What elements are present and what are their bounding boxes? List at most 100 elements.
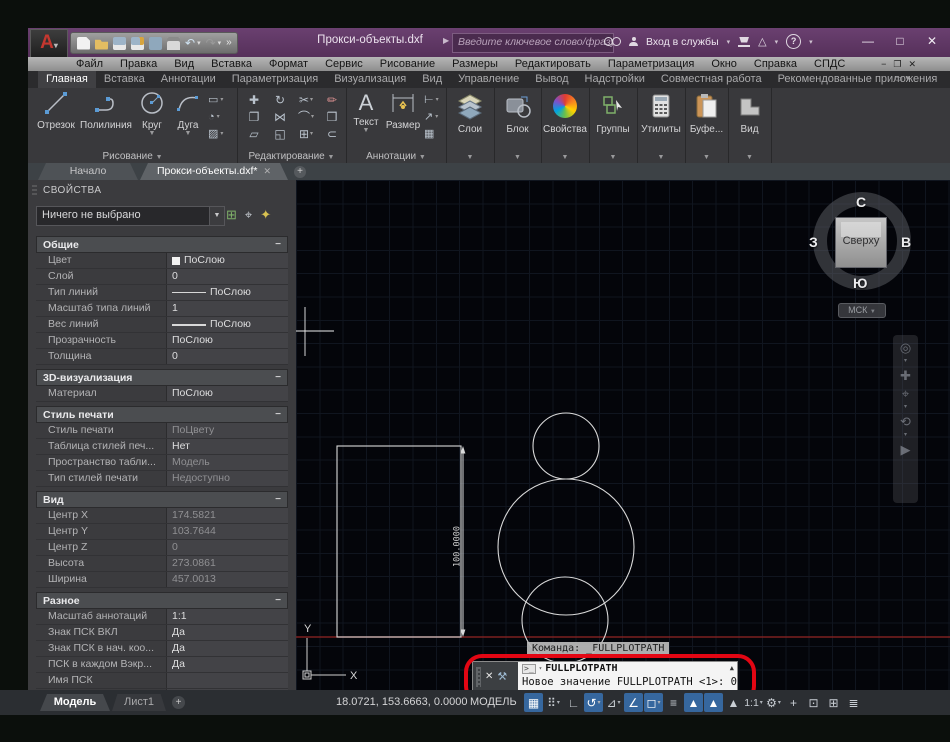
section-header[interactable]: Стиль печати−	[36, 406, 288, 423]
property-row[interactable]: Масштаб типа линий1	[36, 301, 288, 317]
menu-item[interactable]: Файл	[76, 58, 103, 70]
rotate-button[interactable]: ↻	[267, 91, 293, 108]
trim-button[interactable]: ✂▾	[293, 91, 319, 108]
line-button[interactable]: Отрезок	[34, 90, 78, 131]
search-icon[interactable]	[604, 37, 621, 46]
redo-icon[interactable]: ↷	[206, 37, 216, 50]
user-icon[interactable]	[629, 37, 638, 46]
app-menu-button[interactable]: A▾	[30, 29, 68, 58]
grid-button[interactable]: ▦	[524, 693, 543, 712]
chevron-down-icon[interactable]: ▾	[435, 113, 438, 120]
chevron-down-icon[interactable]: ▾	[311, 113, 314, 120]
hatch-button[interactable]: ▨▾	[208, 125, 223, 142]
doc-restore-icon[interactable]: ❐	[893, 59, 901, 70]
ribbon-tab[interactable]: Рекомендованные приложения	[770, 71, 946, 88]
chevron-down-icon[interactable]: ▾	[557, 699, 560, 706]
polar-tracking-button[interactable]: ↺▾	[584, 693, 603, 712]
object-selector[interactable]: Ничего не выбрано▼	[36, 206, 225, 226]
menu-item[interactable]: Правка	[120, 58, 157, 70]
undo-icon[interactable]: ↶	[185, 37, 195, 50]
isodraft-button[interactable]: ⊿▾	[604, 693, 623, 712]
annotation-autoscale-button[interactable]: ▲	[704, 693, 723, 712]
property-row[interactable]: ПрозрачностьПоСлою	[36, 333, 288, 349]
ribbon-tab[interactable]: Вставка	[96, 71, 153, 88]
chevron-down-icon[interactable]: ▼	[637, 154, 685, 161]
property-row[interactable]: Толщина0	[36, 349, 288, 365]
property-row[interactable]: Слой0	[36, 269, 288, 285]
sign-in-button[interactable]: Вход в службы	[646, 36, 719, 48]
property-row[interactable]: Знак ПСК ВКЛДа	[36, 625, 288, 641]
property-row[interactable]: Масштаб аннотаций1:1	[36, 609, 288, 625]
property-row[interactable]: Таблица стилей печ...Нет	[36, 439, 288, 455]
chevron-down-icon[interactable]: ▾	[657, 699, 660, 706]
chevron-down-icon[interactable]: ▼	[685, 154, 728, 161]
ribbon-tab[interactable]: Аннотации	[153, 71, 224, 88]
array-button[interactable]: ⊞▾	[293, 125, 319, 142]
new-tab-button[interactable]: +	[294, 166, 306, 178]
close-button[interactable]: ✕	[916, 29, 948, 53]
vertical-dimension[interactable]: 100.0000	[453, 446, 466, 637]
property-row[interactable]: МатериалПоСлою	[36, 386, 288, 402]
file-tab-start[interactable]: Начало	[38, 163, 138, 180]
offset-button[interactable]: ⊂	[319, 125, 345, 142]
property-row[interactable]: Центр Z0	[36, 540, 288, 556]
chevron-down-icon[interactable]: ▼	[134, 131, 170, 137]
chevron-down-icon[interactable]: ▾	[904, 433, 907, 438]
property-row[interactable]: Пространство табли...Модель	[36, 455, 288, 471]
property-row[interactable]: Имя ПСК	[36, 673, 288, 689]
store-cart-icon[interactable]	[738, 37, 750, 47]
leader-button[interactable]: ↗▾	[424, 108, 439, 125]
menu-item[interactable]: Формат	[269, 58, 308, 70]
ribbon-collapse-icon[interactable]: ▭ ▾	[894, 73, 910, 84]
pan-icon[interactable]: ✚	[900, 369, 911, 382]
chevron-down-icon[interactable]: ▾	[618, 699, 621, 706]
chevron-down-icon[interactable]: ▾	[778, 699, 781, 706]
menu-item[interactable]: Сервис	[325, 58, 363, 70]
doc-close-icon[interactable]: ✕	[908, 59, 916, 70]
panel-label-annotate[interactable]: Аннотации ▼	[346, 151, 446, 162]
showmotion-icon[interactable]: ▶	[901, 443, 911, 456]
chevron-down-icon[interactable]: ▼	[172, 131, 204, 137]
chevron-down-icon[interactable]: ▾	[598, 699, 601, 706]
property-row[interactable]: Ширина457.0013	[36, 572, 288, 588]
chevron-down-icon[interactable]: ▾	[217, 113, 220, 120]
collapse-icon[interactable]: −	[275, 372, 281, 383]
rectangle-entity[interactable]	[337, 446, 461, 637]
menu-item[interactable]: Редактировать	[515, 58, 591, 70]
annotation-visibility-button[interactable]: ▲	[684, 693, 703, 712]
panel-properties[interactable]: Свойства ▼	[541, 88, 590, 163]
navigation-wheel-icon[interactable]: ◎	[900, 341, 911, 354]
open-icon[interactable]	[95, 37, 108, 50]
select-objects-icon[interactable]: ⌖	[245, 207, 252, 223]
property-row[interactable]: Центр Y103.7644	[36, 524, 288, 540]
arc-button[interactable]: Дуга ▼	[172, 90, 204, 137]
ribbon-tab[interactable]: Управление	[450, 71, 527, 88]
dimension-button[interactable]: Размер	[384, 90, 422, 131]
panel-label-draw[interactable]: Рисование ▼	[28, 151, 237, 162]
customization-button[interactable]: ≣	[844, 693, 863, 712]
section-header[interactable]: Вид−	[36, 491, 288, 508]
mirror-button[interactable]: ⋈	[267, 108, 293, 125]
section-header[interactable]: 3D-визуализация−	[36, 369, 288, 386]
property-row[interactable]: Стиль печатиПоЦвету	[36, 423, 288, 439]
section-header[interactable]: Разное−	[36, 592, 288, 609]
palette-grip[interactable]	[32, 185, 37, 195]
move-button[interactable]: ✚	[241, 91, 267, 108]
section-header[interactable]: Общие−	[36, 236, 288, 253]
viewcube-wcs-menu[interactable]: МСК ▼	[838, 303, 886, 318]
snap-button[interactable]: ⠿▾	[544, 693, 563, 712]
property-row[interactable]: Знак ПСК в нач. коо...Да	[36, 641, 288, 657]
minimize-button[interactable]: —	[852, 29, 884, 53]
chevron-down-icon[interactable]: ▼	[541, 154, 589, 161]
fillet-button[interactable]: ⌒▾	[293, 108, 319, 125]
chevron-down-icon[interactable]: ▾	[220, 96, 223, 103]
menu-item[interactable]: СПДС	[814, 58, 845, 70]
viewcube-west[interactable]: З	[809, 234, 818, 250]
new-layout-button[interactable]: +	[172, 696, 185, 709]
chevron-down-icon[interactable]: ▾	[760, 699, 763, 706]
panel-block[interactable]: Блок ▼	[494, 88, 542, 163]
chevron-down-icon[interactable]: ▼	[446, 154, 494, 161]
panel-view[interactable]: Вид ▼	[728, 88, 772, 163]
annotation-monitor-button[interactable]: ▲	[724, 693, 743, 712]
chevron-down-icon[interactable]: ▼	[350, 128, 382, 134]
